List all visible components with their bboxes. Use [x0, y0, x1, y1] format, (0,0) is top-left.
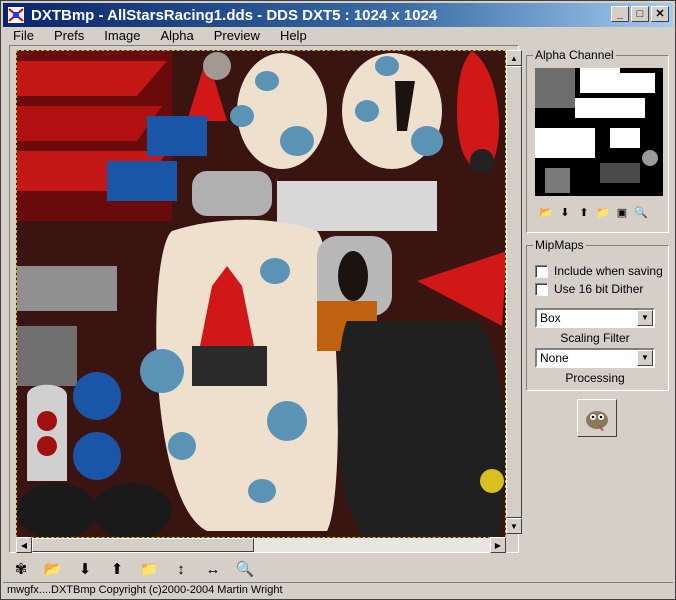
scaling-filter-value: Box: [540, 311, 561, 325]
window-title: DXTBmp - AllStarsRacing1.dds - DDS DXT5 …: [31, 6, 438, 24]
magnifier-icon[interactable]: 🔍: [233, 558, 257, 580]
scroll-down-button[interactable]: ▼: [506, 518, 522, 534]
alpha-channel-group: Alpha Channel 📂 ⬇ ⬆ 📁 ▣ 🔍: [526, 48, 669, 233]
minimize-button[interactable]: _: [611, 6, 629, 22]
folder-up-icon[interactable]: 📁: [594, 204, 612, 220]
open-folder-icon[interactable]: 📂: [41, 558, 65, 580]
gimp-launch-button[interactable]: [577, 399, 617, 437]
magnifier-icon[interactable]: 🔍: [632, 204, 650, 220]
include-when-saving-checkbox[interactable]: [535, 264, 548, 278]
scroll-up-button[interactable]: ▲: [506, 50, 522, 66]
menu-preview[interactable]: Preview: [204, 27, 270, 45]
import-icon[interactable]: ⬇: [556, 204, 574, 220]
include-when-saving-row[interactable]: Include when saving: [535, 264, 663, 278]
use-16-bit-dither-row[interactable]: Use 16 bit Dither: [535, 282, 643, 296]
main-toolbar: ✾ 📂 ⬇ ⬆ 📁 ↕ ↔ 🔍: [9, 557, 257, 581]
gimp-icon: [586, 411, 608, 431]
app-icon: [8, 7, 24, 23]
folder-up-icon[interactable]: 📁: [137, 558, 161, 580]
butterfly-icon[interactable]: ✾: [9, 558, 33, 580]
scroll-left-button[interactable]: ◀: [16, 537, 32, 553]
texture-image[interactable]: [16, 50, 506, 538]
chevron-down-icon[interactable]: ▼: [637, 310, 653, 326]
status-bar: mwgfx....DXTBmp Copyright (c)2000-2004 M…: [3, 582, 673, 598]
mipmaps-group: MipMaps Include when saving Use 16 bit D…: [526, 238, 669, 391]
menu-alpha[interactable]: Alpha: [150, 27, 203, 45]
vertical-arrows-icon[interactable]: ↕: [169, 558, 193, 580]
vertical-scrollbar[interactable]: ▲ ▼: [506, 50, 522, 534]
maximize-button[interactable]: □: [631, 6, 649, 22]
menu-prefs[interactable]: Prefs: [44, 27, 94, 45]
menu-file[interactable]: File: [3, 27, 44, 45]
export-icon[interactable]: ⬆: [105, 558, 129, 580]
chevron-down-icon[interactable]: ▼: [637, 350, 653, 366]
horizontal-scroll-thumb[interactable]: [32, 538, 254, 552]
mipmaps-label: MipMaps: [533, 238, 586, 252]
export-icon[interactable]: ⬆: [575, 204, 593, 220]
scroll-right-button[interactable]: ▶: [490, 537, 506, 553]
horizontal-arrows-icon[interactable]: ↔: [201, 558, 225, 580]
processing-select[interactable]: None ▼: [535, 348, 655, 368]
title-bar[interactable]: DXTBmp - AllStarsRacing1.dds - DDS DXT5 …: [3, 3, 673, 27]
menu-bar: File Prefs Image Alpha Preview Help: [3, 27, 673, 45]
alpha-channel-label: Alpha Channel: [533, 48, 616, 62]
import-icon[interactable]: ⬇: [73, 558, 97, 580]
use-16-bit-dither-label: Use 16 bit Dither: [554, 282, 644, 296]
processing-caption: Processing: [565, 371, 625, 385]
texture-viewport: ▲ ▼ ◀ ▶: [9, 45, 522, 553]
menu-image[interactable]: Image: [94, 27, 150, 45]
alpha-preview-image[interactable]: [535, 68, 663, 196]
menu-help[interactable]: Help: [270, 27, 317, 45]
processing-value: None: [540, 351, 569, 365]
open-folder-icon[interactable]: 📂: [537, 204, 555, 220]
image-icon[interactable]: ▣: [613, 204, 631, 220]
close-button[interactable]: ✕: [651, 6, 669, 22]
use-16-bit-dither-checkbox[interactable]: [535, 282, 548, 296]
horizontal-scrollbar[interactable]: ◀ ▶: [16, 537, 506, 553]
scaling-filter-select[interactable]: Box ▼: [535, 308, 655, 328]
vertical-scroll-thumb[interactable]: [506, 66, 522, 518]
app-window: DXTBmp - AllStarsRacing1.dds - DDS DXT5 …: [0, 0, 676, 600]
include-when-saving-label: Include when saving: [554, 264, 663, 278]
scaling-filter-caption: Scaling Filter: [560, 331, 630, 345]
